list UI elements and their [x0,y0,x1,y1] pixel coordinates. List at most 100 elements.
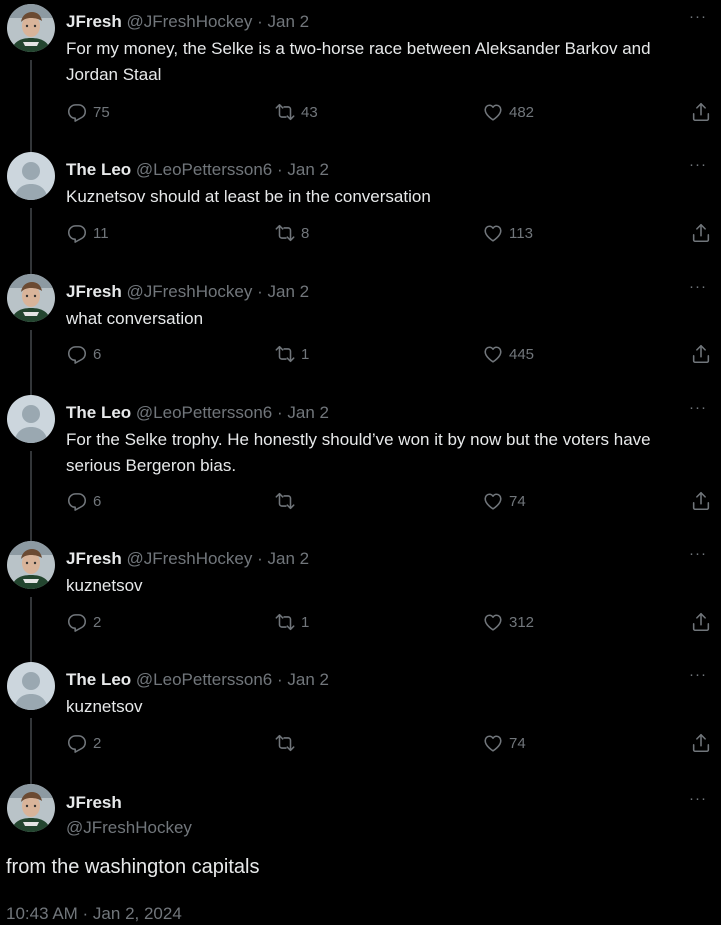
display-name[interactable]: The Leo [66,160,131,179]
reply-count: 75 [93,103,110,121]
more-icon[interactable]: ··· [687,8,709,25]
share-button[interactable] [690,101,712,123]
like-count: 74 [509,492,526,510]
reply-button[interactable]: 11 [66,222,109,244]
reply-button[interactable]: 2 [66,611,101,633]
like-button[interactable]: 482 [482,101,534,123]
retweet-button[interactable] [274,732,301,754]
avatar[interactable] [7,152,55,200]
avatar[interactable] [7,395,55,443]
display-name[interactable]: JFresh [66,549,122,568]
avatar[interactable] [7,541,55,589]
retweet-count: 1 [301,345,310,363]
display-name[interactable]: JFresh [66,282,122,301]
tweet-header: The Leo @LeoPettersson6 · Jan 2 [66,402,329,424]
tweet-header: The Leo @LeoPettersson6 · Jan 2 [66,669,329,691]
more-icon[interactable]: ··· [687,545,709,562]
share-button[interactable] [690,490,712,512]
user-handle[interactable]: @JFreshHockey [66,818,192,838]
user-handle[interactable]: @JFreshHockey [126,282,252,301]
reply-icon [66,101,88,123]
reply-tweet[interactable]: JFresh @JFreshHockey · Jan 2 ··· For my mo… [0,4,721,158]
action-bar: 6 1 445 [0,343,721,367]
action-bar: 75 43 482 [0,101,721,125]
reply-tweet[interactable]: JFresh @JFreshHockey · Jan 2 ··· kuznetsov… [0,541,721,664]
like-count: 74 [509,734,526,752]
tweet-header: The Leo @LeoPettersson6 · Jan 2 [66,159,329,181]
tweet-date[interactable]: Jan 2 [287,403,329,422]
tweet-text: from the washington capitals [6,856,260,878]
reply-count: 11 [93,224,109,242]
share-button[interactable] [690,732,712,754]
retweet-button[interactable]: 43 [274,101,318,123]
share-button[interactable] [690,343,712,365]
retweet-button[interactable]: 1 [274,343,309,365]
reply-button[interactable]: 75 [66,101,110,123]
tweet-header: JFresh @JFreshHockey · Jan 2 [66,11,309,33]
tweet-thread: JFresh @JFreshHockey · Jan 2 ··· For my mo… [0,0,721,925]
more-icon[interactable]: ··· [687,156,709,173]
retweet-icon [274,732,296,754]
reply-tweet[interactable]: The Leo @LeoPettersson6 · Jan 2 ··· For th… [0,395,721,543]
like-button[interactable]: 445 [482,343,534,365]
user-handle[interactable]: @JFreshHockey [126,549,252,568]
more-icon[interactable]: ··· [687,666,709,683]
reply-button[interactable]: 2 [66,732,101,754]
more-icon[interactable]: ··· [687,790,709,807]
separator-dot: · [252,549,268,568]
like-icon [482,490,504,512]
tweet-timestamp[interactable]: 10:43 AM · Jan 2, 2024 [6,904,182,924]
avatar[interactable] [7,274,55,322]
like-count: 312 [509,613,535,631]
tweet-text: For the Selke trophy. He honestly should… [66,430,651,475]
display-name[interactable]: The Leo [66,670,131,689]
retweet-button[interactable]: 1 [274,611,309,633]
reply-count: 6 [93,492,102,510]
user-handle[interactable]: @LeoPettersson6 [136,403,272,422]
share-button[interactable] [690,611,712,633]
avatar[interactable] [7,662,55,710]
tweet-date[interactable]: Jan 2 [287,160,329,179]
main-tweet: JFresh @JFreshHockey ··· [0,784,721,924]
reply-icon [66,732,88,754]
like-button[interactable]: 312 [482,611,534,633]
like-button[interactable]: 74 [482,490,526,512]
user-handle[interactable]: @LeoPettersson6 [136,160,272,179]
share-icon [690,101,712,123]
retweet-icon [274,222,296,244]
reply-tweet[interactable]: The Leo @LeoPettersson6 · Jan 2 ··· kuznet… [0,662,721,786]
display-name[interactable]: JFresh [66,12,122,31]
reply-button[interactable]: 6 [66,343,101,365]
tweet-date[interactable]: Jan 2 [268,549,310,568]
reply-tweet[interactable]: The Leo @LeoPettersson6 · Jan 2 ··· Kuznet… [0,152,721,276]
tweet-date[interactable]: Jan 2 [268,12,310,31]
share-icon [690,490,712,512]
retweet-icon [274,490,296,512]
tweet-date[interactable]: Jan 2 [268,282,310,301]
reply-tweet[interactable]: JFresh @JFreshHockey · Jan 2 ··· what conv… [0,274,721,397]
reply-count: 2 [93,613,102,631]
more-icon[interactable]: ··· [687,399,709,416]
display-name[interactable]: JFresh [66,793,122,813]
user-handle[interactable]: @LeoPettersson6 [136,670,272,689]
more-icon[interactable]: ··· [687,278,709,295]
tweet-text: kuznetsov [66,697,143,716]
like-count: 113 [509,224,533,242]
like-button[interactable]: 74 [482,732,526,754]
reply-icon [66,490,88,512]
retweet-button[interactable]: 8 [274,222,309,244]
user-handle[interactable]: @JFreshHockey [126,12,252,31]
tweet-date[interactable]: Jan 2 [287,670,329,689]
like-count: 482 [509,103,535,121]
tweet-text: For my money, the Selke is a two-horse r… [66,39,651,84]
reply-icon [66,611,88,633]
share-button[interactable] [690,222,712,244]
avatar[interactable] [7,4,55,52]
display-name[interactable]: The Leo [66,403,131,422]
avatar[interactable] [7,784,55,832]
like-button[interactable]: 113 [482,222,533,244]
reply-button[interactable]: 6 [66,490,101,512]
retweet-icon [274,343,296,365]
like-icon [482,611,504,633]
retweet-button[interactable] [274,490,301,512]
